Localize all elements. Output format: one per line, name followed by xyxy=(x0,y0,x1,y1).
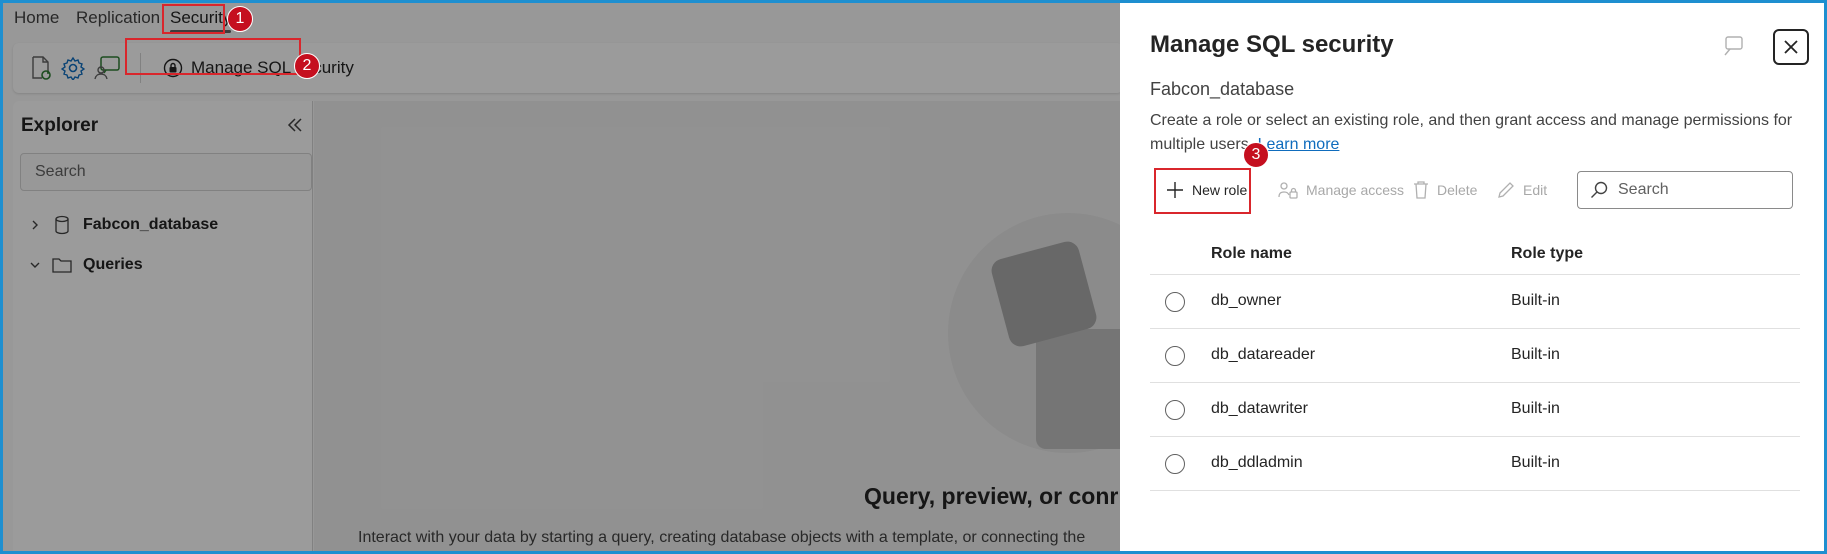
callout-badge-2: 2 xyxy=(294,53,320,79)
row-radio[interactable] xyxy=(1165,454,1185,474)
modal-overlay xyxy=(3,3,1120,551)
table-row[interactable]: db_owner Built-in xyxy=(1150,275,1800,329)
role-name: db_owner xyxy=(1211,292,1282,309)
people-lock-icon xyxy=(1278,182,1298,199)
manage-access-label: Manage access xyxy=(1306,182,1405,198)
role-name: db_ddladmin xyxy=(1211,454,1303,471)
app-window: Home Replication Security Manage SQL sec… xyxy=(3,3,1824,551)
column-role-type: Role type xyxy=(1511,245,1584,262)
trash-icon xyxy=(1414,181,1428,199)
row-radio[interactable] xyxy=(1165,400,1185,420)
delete-label: Delete xyxy=(1437,182,1478,198)
role-name: db_datawriter xyxy=(1211,400,1308,417)
column-role-name: Role name xyxy=(1211,245,1292,262)
callout-box-security xyxy=(162,4,225,34)
row-radio[interactable] xyxy=(1165,346,1185,366)
callout-box-new-role xyxy=(1154,168,1251,214)
pencil-icon xyxy=(1498,182,1514,198)
callout-badge-3: 3 xyxy=(1243,142,1269,168)
callout-badge-1: 1 xyxy=(227,6,253,32)
role-type: Built-in xyxy=(1511,454,1560,471)
role-type: Built-in xyxy=(1511,292,1560,309)
learn-more-link[interactable]: Learn more xyxy=(1258,136,1340,153)
search-icon xyxy=(1591,181,1608,198)
close-icon xyxy=(1784,40,1798,54)
edit-button[interactable]: Edit xyxy=(1497,171,1547,209)
edit-label: Edit xyxy=(1523,182,1548,198)
callout-box-manage xyxy=(125,38,301,75)
role-name: db_datareader xyxy=(1211,346,1316,363)
feedback-icon[interactable] xyxy=(1722,35,1744,57)
table-row[interactable]: db_datawriter Built-in xyxy=(1150,383,1800,437)
close-panel-button[interactable] xyxy=(1773,29,1809,65)
role-search-placeholder: Search xyxy=(1618,181,1669,198)
role-type: Built-in xyxy=(1511,346,1560,363)
role-type: Built-in xyxy=(1511,400,1560,417)
row-radio[interactable] xyxy=(1165,292,1185,312)
manage-sql-security-panel: Manage SQL security Fabcon_database Crea… xyxy=(1120,3,1824,551)
panel-title: Manage SQL security xyxy=(1150,31,1394,58)
manage-access-button[interactable]: Manage access xyxy=(1278,171,1404,209)
role-search-input[interactable]: Search xyxy=(1577,171,1793,209)
delete-button[interactable]: Delete xyxy=(1413,171,1477,209)
database-name: Fabcon_database xyxy=(1150,79,1295,99)
table-row[interactable]: db_ddladmin Built-in xyxy=(1150,437,1800,491)
roles-table-header: Role name Role type xyxy=(1150,235,1800,275)
table-row[interactable]: db_datareader Built-in xyxy=(1150,329,1800,383)
